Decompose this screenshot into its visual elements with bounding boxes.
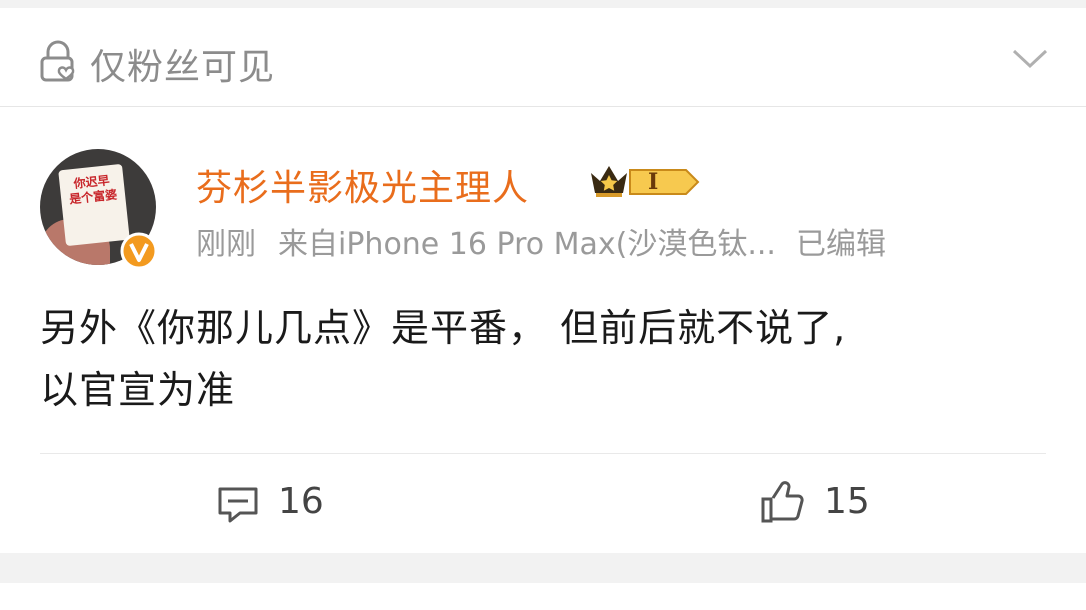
visibility-label: 仅粉丝可见 <box>90 47 276 88</box>
member-level-badge[interactable] <box>628 167 700 197</box>
next-card-edge <box>0 583 1086 610</box>
post-content-line: 以官宣为准 <box>40 368 236 412</box>
post-source: 来自iPhone 16 Pro Max(沙漠色钛... <box>278 227 776 262</box>
author-name[interactable]: 芬杉半影极光主理人 <box>196 159 529 211</box>
post-card: 你迟早 是个富婆 芬杉半影极光主理人 I 刚刚 来自iPhone 16 Pro Ma… <box>0 107 1086 553</box>
lock-heart-icon <box>40 40 75 82</box>
comment-count: 16 <box>278 481 324 522</box>
visibility-bar[interactable]: 仅粉丝可见 <box>0 8 1086 107</box>
top-spacer <box>0 0 1086 8</box>
thumbs-up-icon <box>761 481 804 523</box>
avatar-note-text: 你迟早 是个富婆 <box>68 173 118 207</box>
crown-icon <box>591 166 627 197</box>
like-count: 15 <box>824 481 870 522</box>
member-level-text: I <box>648 169 659 195</box>
verified-badge-icon <box>120 232 158 270</box>
comment-icon <box>218 487 258 523</box>
edited-label[interactable]: 已编辑 <box>796 227 886 262</box>
post-time: 刚刚 <box>196 227 256 262</box>
post-meta: 刚刚 来自iPhone 16 Pro Max(沙漠色钛... 已编辑 <box>196 219 886 263</box>
chevron-down-icon[interactable] <box>1010 46 1050 72</box>
post-content: 另外《你那儿几点》是平番， 但前后就不说了, 以官宣为准 <box>40 297 1040 421</box>
post-content-line: 另外《你那儿几点》是平番， 但前后就不说了, <box>40 306 847 350</box>
divider <box>40 453 1046 454</box>
